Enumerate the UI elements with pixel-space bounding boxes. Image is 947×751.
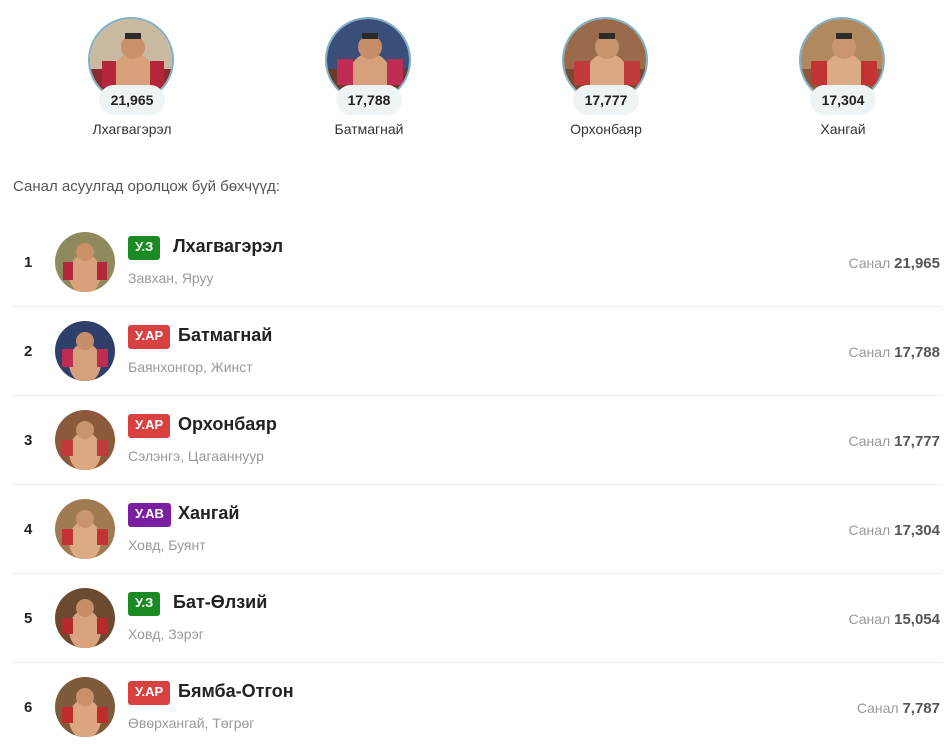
list-item[interactable]: 3 У.АР Орхонбаяр Сэлэнгэ, Цагааннуур Сан… bbox=[12, 396, 942, 485]
intro-text: Санал асуулгад оролцож буй бөхчүүд: bbox=[13, 178, 280, 195]
vote-count: Санал 17,788 bbox=[848, 344, 940, 361]
avatar bbox=[55, 410, 115, 470]
top-votes: 17,788 bbox=[336, 85, 402, 115]
list-item[interactable]: 4 У.АВ Хангай Ховд, Буянт Санал 17,304 bbox=[12, 485, 942, 574]
rank-badge: У.АВ bbox=[128, 503, 171, 527]
vote-label: Санал bbox=[848, 433, 891, 449]
rank: 5 bbox=[24, 610, 33, 627]
vote-label: Санал bbox=[848, 522, 891, 538]
vote-count: Санал 7,787 bbox=[857, 700, 940, 717]
location: Ховд, Буянт bbox=[128, 537, 206, 553]
list-item[interactable]: 2 У.АР Батмагнай Баянхонгор, Жинст Санал… bbox=[12, 307, 942, 396]
top-votes: 21,965 bbox=[99, 85, 165, 115]
top-card[interactable]: 17,304 Хангай bbox=[768, 17, 918, 147]
vote-value: 7,787 bbox=[902, 700, 940, 717]
vote-count: Санал 17,777 bbox=[848, 433, 940, 450]
rank: 1 bbox=[24, 254, 33, 271]
rank-badge: У.АР bbox=[128, 414, 171, 438]
vote-label: Санал bbox=[856, 700, 899, 716]
top-card[interactable]: 21,965 Лхагвагэрэл bbox=[57, 17, 207, 147]
rank-badge: У.АР bbox=[128, 325, 171, 349]
top-card[interactable]: 17,788 Батмагнай bbox=[294, 17, 444, 147]
location: Ховд, Зэрэг bbox=[128, 626, 204, 642]
top-name: Лхагвагэрэл bbox=[92, 121, 172, 137]
wrestler-name[interactable]: Бямба-Отгон bbox=[178, 681, 294, 702]
rank-badge: У.АР bbox=[128, 681, 171, 705]
rank: 3 bbox=[24, 432, 33, 449]
vote-label: Санал bbox=[848, 255, 891, 271]
list-item[interactable]: 5 У.З Бат-Өлзий Ховд, Зэрэг Санал 15,054 bbox=[12, 574, 942, 663]
rank-badge: У.З bbox=[128, 592, 161, 616]
rank: 4 bbox=[24, 521, 33, 538]
vote-label: Санал bbox=[848, 344, 891, 360]
wrestler-name[interactable]: Бат-Өлзий bbox=[173, 592, 267, 613]
rank-badge: У.З bbox=[128, 236, 161, 260]
top-card[interactable]: 17,777 Орхонбаяр bbox=[531, 17, 681, 147]
top-votes: 17,304 bbox=[810, 85, 876, 115]
vote-value: 17,788 bbox=[894, 344, 940, 361]
avatar bbox=[55, 677, 115, 737]
top-leaders: 21,965 Лхагвагэрэл 17,788 Батмагнай 17,7… bbox=[0, 0, 947, 150]
avatar bbox=[55, 321, 115, 381]
avatar bbox=[55, 499, 115, 559]
top-name: Батмагнай bbox=[334, 121, 404, 137]
vote-value: 17,304 bbox=[894, 522, 940, 539]
vote-label: Санал bbox=[848, 611, 891, 627]
top-name: Орхонбаяр bbox=[570, 121, 642, 137]
vote-count: Санал 15,054 bbox=[848, 611, 940, 628]
list-item[interactable]: 1 У.З Лхагвагэрэл Завхан, Яруу Санал 21,… bbox=[12, 218, 942, 307]
rank: 6 bbox=[24, 699, 33, 716]
vote-count: Санал 21,965 bbox=[848, 255, 940, 272]
wrestler-name[interactable]: Батмагнай bbox=[178, 325, 272, 346]
rank: 2 bbox=[24, 343, 33, 360]
wrestler-list: 1 У.З Лхагвагэрэл Завхан, Яруу Санал 21,… bbox=[12, 218, 942, 751]
list-item[interactable]: 6 У.АР Бямба-Отгон Өвөрхангай, Төгрөг Са… bbox=[12, 663, 942, 751]
top-name: Хангай bbox=[820, 121, 866, 137]
wrestler-name[interactable]: Хангай bbox=[178, 503, 239, 524]
location: Сэлэнгэ, Цагааннуур bbox=[128, 448, 264, 464]
top-votes: 17,777 bbox=[573, 85, 639, 115]
location: Завхан, Яруу bbox=[128, 270, 214, 286]
avatar bbox=[55, 588, 115, 648]
vote-count: Санал 17,304 bbox=[848, 522, 940, 539]
location: Баянхонгор, Жинст bbox=[128, 359, 253, 375]
wrestler-name[interactable]: Лхагвагэрэл bbox=[173, 236, 283, 257]
avatar bbox=[55, 232, 115, 292]
wrestler-name[interactable]: Орхонбаяр bbox=[178, 414, 277, 435]
vote-value: 15,054 bbox=[894, 611, 940, 628]
location: Өвөрхангай, Төгрөг bbox=[128, 715, 255, 731]
vote-value: 21,965 bbox=[894, 255, 940, 272]
vote-value: 17,777 bbox=[894, 433, 940, 450]
